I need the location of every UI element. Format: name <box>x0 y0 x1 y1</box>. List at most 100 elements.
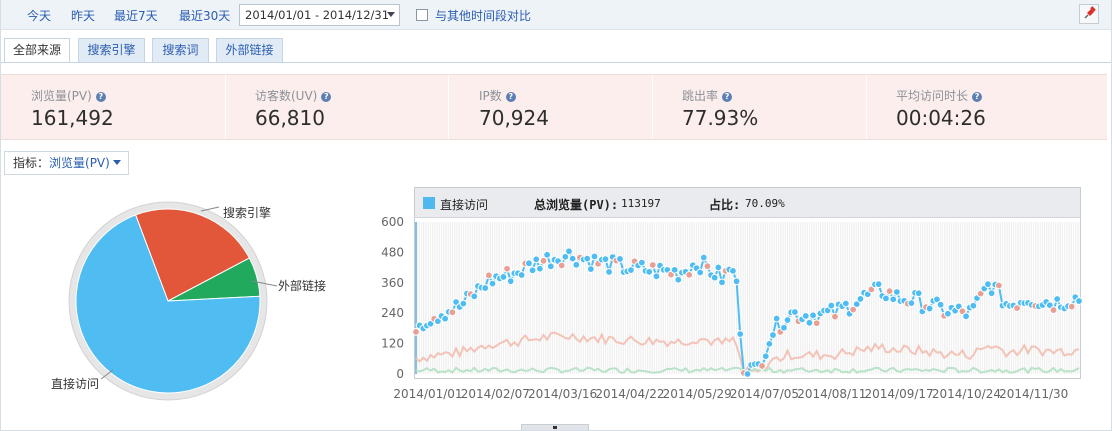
data-point[interactable] <box>601 255 610 264</box>
data-point[interactable] <box>506 277 515 286</box>
date-range-select[interactable]: 2014/01/01 - 2014/12/31 <box>239 4 400 26</box>
help-icon[interactable]: ? <box>95 92 106 102</box>
data-point[interactable] <box>543 250 552 259</box>
data-point[interactable] <box>1067 302 1076 311</box>
data-point[interactable] <box>984 280 992 289</box>
scroll-handle[interactable] <box>521 424 589 430</box>
data-point[interactable] <box>1075 297 1083 305</box>
data-point[interactable] <box>616 255 624 263</box>
data-point[interactable] <box>652 272 661 281</box>
compare-label[interactable]: 与其他时间段对比 <box>435 7 531 24</box>
indicator-select[interactable]: 指标：浏览量(PV) <box>4 151 129 175</box>
data-point[interactable] <box>882 294 890 303</box>
data-point[interactable] <box>969 301 978 310</box>
data-point[interactable] <box>412 327 420 336</box>
data-point[interactable] <box>925 304 934 313</box>
data-point[interactable] <box>892 288 901 296</box>
data-point[interactable] <box>772 314 781 323</box>
data-point[interactable] <box>841 299 850 308</box>
data-point[interactable] <box>801 312 810 320</box>
data-point[interactable] <box>805 318 814 327</box>
compare-checkbox[interactable] <box>416 9 428 21</box>
data-point[interactable] <box>572 260 581 269</box>
data-point[interactable] <box>525 259 533 268</box>
data-point[interactable] <box>718 278 726 287</box>
data-point[interactable] <box>685 270 694 279</box>
data-point[interactable] <box>812 319 821 328</box>
data-point[interactable] <box>648 261 657 269</box>
data-point[interactable] <box>885 287 894 296</box>
data-point[interactable] <box>714 263 723 272</box>
data-point[interactable] <box>732 277 741 286</box>
data-point[interactable] <box>503 264 511 273</box>
data-point[interactable] <box>441 314 450 323</box>
data-point[interactable] <box>962 312 970 321</box>
range-today-button[interactable]: 今天 <box>27 7 51 24</box>
data-point[interactable] <box>1053 295 1062 303</box>
data-point[interactable] <box>670 265 679 274</box>
data-point[interactable] <box>761 352 770 361</box>
data-point[interactable] <box>645 267 654 276</box>
data-point[interactable] <box>557 261 566 270</box>
data-point[interactable] <box>736 330 745 338</box>
tab-search-engine[interactable]: 搜索引擎 <box>78 38 145 63</box>
data-point[interactable] <box>831 312 839 321</box>
data-point[interactable] <box>729 266 737 275</box>
data-point[interactable] <box>499 273 508 281</box>
data-point[interactable] <box>703 262 712 271</box>
data-point[interactable] <box>674 275 683 284</box>
data-point[interactable] <box>546 262 555 271</box>
range-last-30-days-button[interactable]: 最近30天 <box>179 7 230 24</box>
pin-button[interactable] <box>1079 4 1099 24</box>
help-icon[interactable]: ? <box>505 92 516 102</box>
data-point[interactable] <box>914 289 923 298</box>
data-point[interactable] <box>699 253 708 262</box>
tab-search-terms[interactable]: 搜索词 <box>152 38 209 63</box>
data-point[interactable] <box>907 299 916 308</box>
data-point[interactable] <box>470 292 479 301</box>
data-point[interactable] <box>535 264 544 273</box>
data-point[interactable] <box>1049 306 1058 314</box>
range-last-7-days-button[interactable]: 最近7天 <box>114 7 158 24</box>
data-point[interactable] <box>936 300 945 309</box>
help-icon[interactable]: ? <box>321 92 332 102</box>
data-point[interactable] <box>627 266 635 275</box>
data-point[interactable] <box>809 311 817 320</box>
tab-external-links[interactable]: 外部链接 <box>216 38 283 63</box>
data-point[interactable] <box>590 252 599 261</box>
data-point[interactable] <box>696 268 705 277</box>
help-icon[interactable]: ? <box>972 92 983 102</box>
data-point[interactable] <box>448 308 457 317</box>
data-point[interactable] <box>586 265 595 273</box>
data-point[interactable] <box>459 299 468 308</box>
data-point[interactable] <box>710 273 719 282</box>
data-point[interactable] <box>765 339 774 348</box>
tab-all-sources[interactable]: 全部来源 <box>4 38 70 63</box>
data-point[interactable] <box>769 331 777 339</box>
data-point[interactable] <box>637 258 646 267</box>
data-point[interactable] <box>783 316 792 324</box>
data-point[interactable] <box>987 289 996 298</box>
data-point[interactable] <box>488 279 497 288</box>
data-point[interactable] <box>994 281 1003 290</box>
data-point[interactable] <box>827 301 836 310</box>
data-point[interactable] <box>528 266 537 275</box>
data-point[interactable] <box>517 271 526 279</box>
data-point[interactable] <box>484 271 493 280</box>
data-point[interactable] <box>481 284 490 292</box>
help-icon[interactable]: ? <box>722 92 733 102</box>
data-point[interactable] <box>874 280 883 289</box>
legend-label[interactable]: 直接访问 <box>440 196 488 213</box>
data-point[interactable] <box>856 295 865 303</box>
data-point[interactable] <box>605 268 613 276</box>
data-point[interactable] <box>568 254 577 263</box>
data-point[interactable] <box>532 255 541 264</box>
data-point[interactable] <box>889 295 898 304</box>
data-point[interactable] <box>758 362 766 370</box>
data-point[interactable] <box>790 308 799 316</box>
data-point[interactable] <box>565 247 573 256</box>
data-point[interactable] <box>583 254 592 263</box>
data-point[interactable] <box>743 370 752 378</box>
data-point[interactable] <box>780 323 788 332</box>
range-yesterday-button[interactable]: 昨天 <box>71 7 95 24</box>
